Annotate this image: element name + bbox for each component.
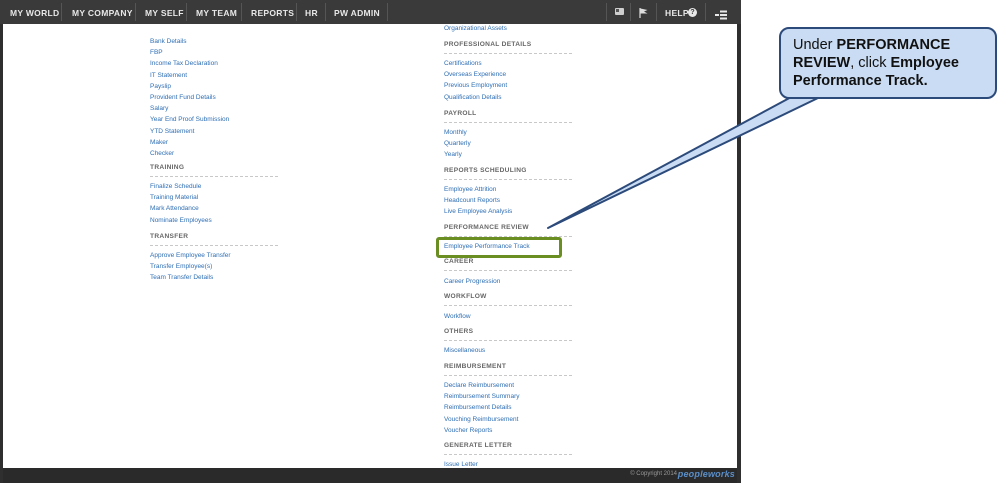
callout-text: Under [793,37,837,53]
callout-text: , click [850,55,891,71]
highlight-box [436,237,562,258]
instruction-callout: Under PERFORMANCE REVIEW, click Employee… [779,27,997,99]
